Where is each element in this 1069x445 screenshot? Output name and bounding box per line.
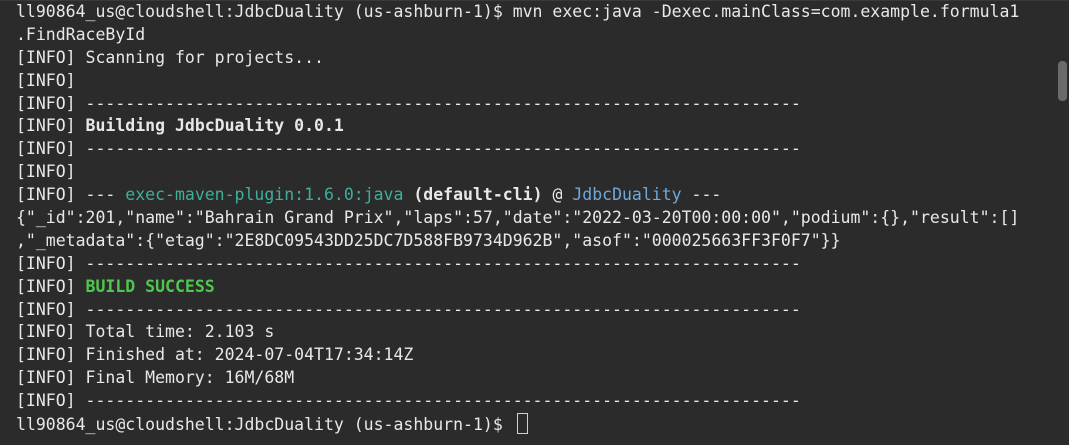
- terminal-text: [INFO] ---------------------------------…: [16, 253, 801, 273]
- terminal-line: [INFO] Scanning for projects...: [16, 47, 1055, 70]
- terminal-text: [INFO]: [16, 276, 86, 296]
- terminal-text: .FindRaceById: [16, 24, 146, 44]
- terminal-text: [INFO] ---: [16, 185, 126, 205]
- terminal-line: [INFO] Building JdbcDuality 0.0.1: [16, 115, 1055, 138]
- terminal-output: ll90864_us@cloudshell:JdbcDuality (us-as…: [16, 1, 1055, 436]
- shell-prompt: ll90864_us@cloudshell:JdbcDuality (us-as…: [16, 415, 513, 435]
- terminal-text: [INFO]: [16, 162, 76, 182]
- terminal-line: [INFO] Final Memory: 16M/68M: [16, 367, 1055, 390]
- terminal-text: JdbcDuality: [572, 185, 682, 205]
- terminal-line: [INFO] Total time: 2.103 s: [16, 321, 1055, 344]
- scrollbar-thumb[interactable]: [1058, 61, 1067, 101]
- terminal-line: .FindRaceById: [16, 24, 1055, 47]
- terminal-text: [INFO] Scanning for projects...: [16, 47, 324, 67]
- terminal-line: ll90864_us@cloudshell:JdbcDuality (us-as…: [16, 1, 1055, 24]
- terminal-text: exec-maven-plugin:1.6.0:java: [125, 185, 404, 205]
- terminal-text: {"_id":201,"name":"Bahrain Grand Prix","…: [16, 208, 1020, 228]
- terminal-line: [INFO] BUILD SUCCESS: [16, 276, 1055, 299]
- terminal-text: [INFO] ---------------------------------…: [16, 139, 801, 159]
- terminal-line: ,"_metadata":{"etag":"2E8DC09543DD25DC7D…: [16, 230, 1055, 253]
- command-prompt-line[interactable]: ll90864_us@cloudshell:JdbcDuality (us-as…: [16, 413, 1055, 436]
- vertical-scrollbar[interactable]: [1055, 1, 1069, 445]
- terminal-text: ---: [681, 185, 722, 205]
- terminal-line: [INFO] ---------------------------------…: [16, 93, 1055, 116]
- terminal-text: [INFO] ---------------------------------…: [16, 93, 801, 113]
- terminal-text: [INFO] Final Memory: 16M/68M: [16, 368, 295, 388]
- terminal-line: [INFO]: [16, 70, 1055, 93]
- terminal-text: [INFO]: [16, 70, 76, 90]
- terminal-text: [INFO]: [16, 116, 86, 136]
- text-cursor[interactable]: [516, 413, 528, 435]
- terminal-text: ,"_metadata":{"etag":"2E8DC09543DD25DC7D…: [16, 230, 841, 250]
- terminal-text: [INFO] Finished at: 2024-07-04T17:34:14Z: [16, 345, 414, 365]
- terminal-line: [INFO]: [16, 161, 1055, 184]
- terminal-line: {"_id":201,"name":"Bahrain Grand Prix","…: [16, 207, 1055, 230]
- terminal-line: [INFO] --- exec-maven-plugin:1.6.0:java …: [16, 184, 1055, 207]
- terminal-line: [INFO] ---------------------------------…: [16, 299, 1055, 322]
- terminal-window[interactable]: ll90864_us@cloudshell:JdbcDuality (us-as…: [0, 0, 1069, 445]
- terminal-text: (default-cli): [413, 185, 543, 205]
- terminal-text: [INFO] ---------------------------------…: [16, 299, 801, 319]
- terminal-text: ll90864_us@cloudshell:JdbcDuality (us-as…: [16, 2, 1020, 21]
- terminal-text: [INFO] ---------------------------------…: [16, 391, 801, 411]
- terminal-text: [INFO] Total time: 2.103 s: [16, 322, 275, 342]
- terminal-text: Building JdbcDuality 0.0.1: [85, 116, 344, 136]
- build-status-text: BUILD SUCCESS: [85, 276, 215, 296]
- terminal-text: @: [542, 185, 573, 205]
- terminal-line: [INFO] ---------------------------------…: [16, 138, 1055, 161]
- terminal-line: [INFO] ---------------------------------…: [16, 390, 1055, 413]
- terminal-line: [INFO] ---------------------------------…: [16, 253, 1055, 276]
- terminal-line: [INFO] Finished at: 2024-07-04T17:34:14Z: [16, 344, 1055, 367]
